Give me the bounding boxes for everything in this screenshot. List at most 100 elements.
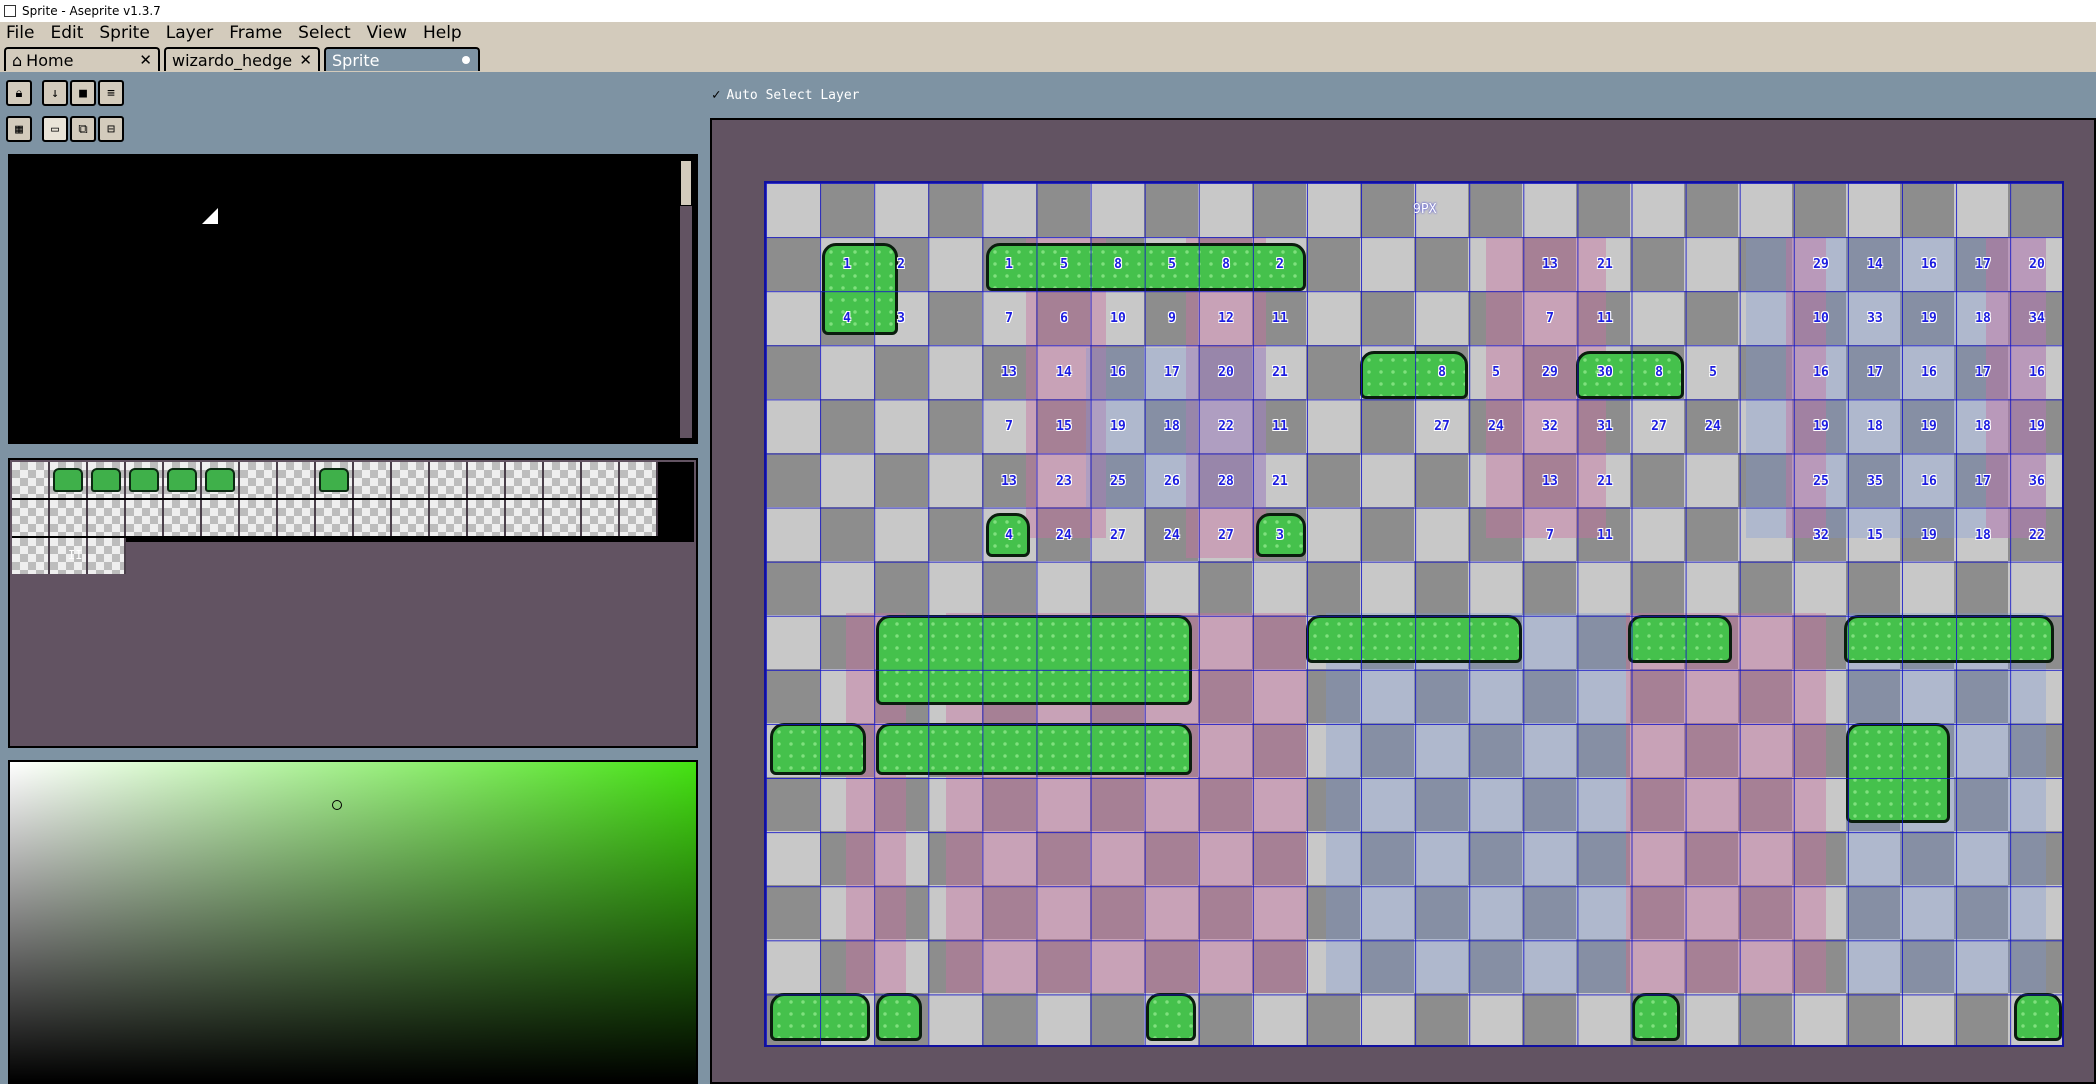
tile-index: 33: [1867, 310, 1883, 326]
tab-sprite[interactable]: Sprite: [324, 47, 480, 71]
tile-mode-button[interactable]: ▦: [6, 116, 32, 142]
tile[interactable]: [202, 462, 240, 498]
tile[interactable]: [316, 500, 354, 536]
tile[interactable]: [164, 462, 202, 498]
tile[interactable]: [50, 462, 88, 498]
tile[interactable]: [544, 462, 582, 498]
tile-index: 17: [1164, 364, 1180, 380]
hedge-sprite: [1146, 993, 1196, 1041]
tile[interactable]: [430, 500, 468, 536]
tile[interactable]: [620, 462, 658, 498]
tile[interactable]: [468, 462, 506, 498]
tile[interactable]: [620, 500, 658, 536]
menu-layer[interactable]: Layer: [158, 22, 221, 44]
tab-sprite-label: Sprite: [332, 50, 380, 70]
sprite-preview[interactable]: [8, 154, 698, 444]
tile[interactable]: [582, 462, 620, 498]
tile[interactable]: [50, 500, 88, 536]
tab-home[interactable]: ⌂ Home ✕: [4, 47, 160, 71]
document-tabs: ⌂ Home ✕ wizardo_hedge ✕ Sprite: [0, 44, 2096, 76]
import-button[interactable]: ↓: [42, 80, 68, 106]
tile-index: 8: [1655, 364, 1663, 380]
tile-index: 15: [1867, 527, 1883, 543]
draw-mode-button[interactable]: ▭: [42, 116, 68, 142]
lock-button[interactable]: 🔒︎: [6, 80, 32, 106]
tile[interactable]: [126, 462, 164, 498]
tile-index: 13: [1542, 256, 1558, 272]
menu-view[interactable]: View: [359, 22, 415, 44]
tile-index: 17: [1975, 364, 1991, 380]
stack-mode-button[interactable]: ⊟: [98, 116, 124, 142]
tile-index: 13: [1001, 364, 1017, 380]
tilemap-canvas[interactable]: 1215858213212914161720304376109121171110…: [764, 181, 2064, 1047]
hedge-sprite: [770, 723, 866, 775]
close-icon[interactable]: ✕: [139, 51, 152, 69]
hedge-sprite: [876, 723, 1192, 775]
hedge-sprite: [770, 993, 870, 1041]
tile[interactable]: [316, 462, 354, 498]
color-picker-handle[interactable]: [332, 800, 342, 810]
menu-edit[interactable]: Edit: [42, 22, 91, 44]
minus-icon: ▭: [51, 121, 59, 137]
tile-index: 19: [2029, 418, 2045, 434]
tile[interactable]: [240, 462, 278, 498]
tile[interactable]: [582, 500, 620, 536]
tile[interactable]: [392, 462, 430, 498]
tile-index: 1: [1005, 256, 1013, 272]
tile-index: 16: [1921, 473, 1937, 489]
tile-index: 16: [1921, 256, 1937, 272]
menu-sprite[interactable]: Sprite: [91, 22, 157, 44]
tile[interactable]: [354, 500, 392, 536]
tile[interactable]: [126, 500, 164, 536]
tile[interactable]: [278, 462, 316, 498]
aseprite-app-icon: [4, 5, 16, 17]
link-mode-button[interactable]: ⧉: [70, 116, 96, 142]
tile[interactable]: [278, 500, 316, 536]
tile-index: 17: [1975, 473, 1991, 489]
tile[interactable]: [88, 500, 126, 536]
tile[interactable]: [88, 538, 126, 574]
tile[interactable]: [506, 500, 544, 536]
tile-index: 17: [1975, 256, 1991, 272]
preview-scrollbar-thumb[interactable]: [680, 160, 692, 206]
close-icon[interactable]: ✕: [299, 51, 312, 69]
tile-index: 25: [1813, 473, 1829, 489]
tile-index: 21: [1272, 364, 1288, 380]
arrow-down-icon: ↓: [51, 85, 59, 101]
tile[interactable]: [468, 500, 506, 536]
hedge-sprite: [2014, 993, 2062, 1041]
tile-index: 20: [2029, 256, 2045, 272]
options-button[interactable]: ≡: [98, 80, 124, 106]
color-picker[interactable]: [8, 760, 698, 1084]
auto-select-layer-toggle[interactable]: ✓ Auto Select Layer: [712, 87, 860, 103]
tile[interactable]: [12, 538, 50, 574]
tile-index: 16: [1110, 364, 1126, 380]
tile[interactable]: [392, 500, 430, 536]
tile-index: 14: [1056, 364, 1072, 380]
tile[interactable]: [544, 500, 582, 536]
tile[interactable]: [12, 462, 50, 498]
tile[interactable]: [430, 462, 468, 498]
menu-frame[interactable]: Frame: [221, 22, 290, 44]
menu-help[interactable]: Help: [415, 22, 470, 44]
tile[interactable]: [88, 462, 126, 498]
menu-file[interactable]: File: [0, 22, 42, 44]
tile[interactable]: [354, 462, 392, 498]
tile[interactable]: [202, 500, 240, 536]
checkmark-icon: ✓: [712, 87, 721, 103]
tile-index: 3: [897, 310, 905, 326]
save-button[interactable]: ■: [70, 80, 96, 106]
tile-index: 27: [1434, 418, 1450, 434]
tile-index: 29: [1542, 364, 1558, 380]
tab-wizardo-hedge[interactable]: wizardo_hedge ✕: [164, 47, 320, 71]
tile[interactable]: [506, 462, 544, 498]
tile[interactable]: [240, 500, 278, 536]
tiles-count: II: [68, 548, 83, 562]
tile[interactable]: [12, 500, 50, 536]
tile[interactable]: [164, 500, 202, 536]
menu-select[interactable]: Select: [290, 22, 358, 44]
tile-index: 15: [1056, 418, 1072, 434]
title-bar: Sprite - Aseprite v1.3.7: [0, 0, 2096, 22]
tile-index: 18: [1975, 527, 1991, 543]
hedge-sprite: [1632, 993, 1680, 1041]
